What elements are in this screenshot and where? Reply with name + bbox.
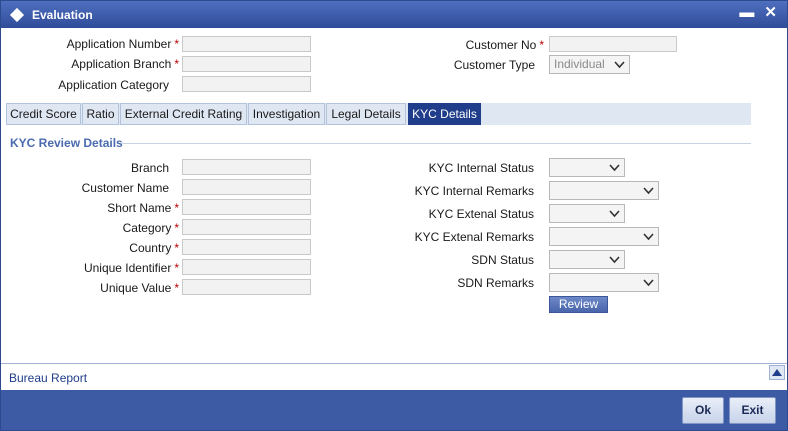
application-branch-text: Application Branch: [71, 57, 172, 71]
customer-type-select[interactable]: Individual: [549, 55, 630, 74]
chevron-down-icon: [609, 164, 620, 172]
application-category-input[interactable]: [182, 76, 311, 92]
customer-no-label: Customer No *: [466, 37, 544, 53]
category-label: Category *: [123, 220, 179, 236]
tab-investigation[interactable]: Investigation: [248, 103, 325, 125]
title-bar: Evaluation ▬ ✕: [1, 1, 787, 28]
customer-no-text: Customer No: [465, 38, 537, 52]
customer-name-input[interactable]: [182, 179, 311, 195]
chevron-down-icon: [643, 187, 654, 195]
triangle-up-icon: [772, 369, 782, 376]
customer-type-label: Customer Type: [453, 58, 535, 72]
required-marker: *: [174, 37, 179, 51]
footer-bar: Ok Exit: [1, 390, 787, 430]
required-marker: *: [174, 241, 179, 255]
kyc-extenal-status-select[interactable]: [549, 204, 625, 223]
customer-type-value: Individual: [554, 57, 605, 71]
kyc-extenal-remarks-label: KYC Extenal Remarks: [414, 230, 534, 244]
tab-ratio[interactable]: Ratio: [82, 103, 119, 125]
bureau-report-link[interactable]: Bureau Report: [9, 371, 87, 385]
required-marker: *: [174, 57, 179, 71]
section-divider: [121, 143, 751, 144]
chevron-down-icon: [609, 256, 620, 264]
ok-button[interactable]: Ok: [682, 397, 724, 424]
sdn-remarks-select[interactable]: [549, 273, 659, 292]
sdn-status-select[interactable]: [549, 250, 625, 269]
kyc-internal-status-label: KYC Internal Status: [428, 161, 534, 175]
window-title: Evaluation: [32, 7, 93, 22]
chevron-down-icon: [609, 210, 620, 218]
chevron-down-icon: [643, 279, 654, 287]
application-branch-input[interactable]: [182, 56, 311, 72]
required-marker: *: [174, 281, 179, 295]
kyc-extenal-remarks-select[interactable]: [549, 227, 659, 246]
unique-value-text: Unique Value: [100, 281, 172, 295]
kyc-internal-status-select[interactable]: [549, 158, 625, 177]
short-name-text: Short Name: [107, 201, 172, 215]
bureau-report-bar: Bureau Report: [1, 363, 787, 389]
diamond-icon: [9, 7, 25, 22]
minimize-button[interactable]: ▬: [739, 4, 754, 22]
unique-identifier-input[interactable]: [182, 259, 311, 275]
review-button[interactable]: Review: [549, 296, 608, 313]
unique-identifier-text: Unique Identifier: [83, 261, 172, 275]
customer-no-input[interactable]: [549, 36, 677, 52]
application-number-label: Application Number *: [67, 36, 179, 52]
kyc-internal-remarks-label: KYC Internal Remarks: [414, 184, 534, 198]
application-category-label: Application Category: [58, 78, 169, 92]
tab-external-credit-rating[interactable]: External Credit Rating: [120, 103, 247, 125]
window-controls: ▬ ✕: [739, 4, 777, 22]
evaluation-window: Evaluation ▬ ✕ Application Number * Appli…: [0, 0, 788, 431]
category-text: Category: [122, 221, 172, 235]
country-input[interactable]: [182, 239, 311, 255]
unique-value-label: Unique Value *: [100, 280, 179, 296]
tab-strip: Credit Score Ratio External Credit Ratin…: [6, 103, 751, 125]
country-label: Country *: [129, 240, 179, 256]
sdn-remarks-label: SDN Remarks: [457, 276, 534, 290]
branch-input[interactable]: [182, 159, 311, 175]
category-input[interactable]: [182, 219, 311, 235]
application-number-text: Application Number: [66, 37, 172, 51]
unique-value-input[interactable]: [182, 279, 311, 295]
short-name-input[interactable]: [182, 199, 311, 215]
kyc-extenal-status-label: KYC Extenal Status: [428, 207, 534, 221]
chevron-down-icon: [643, 233, 654, 241]
application-branch-label: Application Branch *: [71, 56, 179, 72]
unique-identifier-label: Unique Identifier *: [84, 260, 179, 276]
tab-kyc-details[interactable]: KYC Details: [408, 103, 481, 125]
sdn-status-label: SDN Status: [471, 253, 534, 267]
kyc-internal-remarks-select[interactable]: [549, 181, 659, 200]
exit-button[interactable]: Exit: [729, 397, 776, 424]
close-button[interactable]: ✕: [764, 4, 777, 22]
application-number-input[interactable]: [182, 36, 311, 52]
required-marker: *: [174, 261, 179, 275]
required-marker: *: [174, 201, 179, 215]
tab-legal-details[interactable]: Legal Details: [326, 103, 406, 125]
required-marker: *: [174, 221, 179, 235]
tab-credit-score[interactable]: Credit Score: [6, 103, 81, 125]
country-text: Country: [129, 241, 172, 255]
scroll-up-button[interactable]: [769, 365, 785, 380]
branch-label: Branch: [130, 161, 169, 175]
section-title: KYC Review Details: [10, 136, 123, 150]
customer-name-label: Customer Name: [81, 181, 169, 195]
required-marker: *: [539, 38, 544, 52]
chevron-down-icon: [614, 61, 625, 69]
short-name-label: Short Name *: [107, 200, 179, 216]
